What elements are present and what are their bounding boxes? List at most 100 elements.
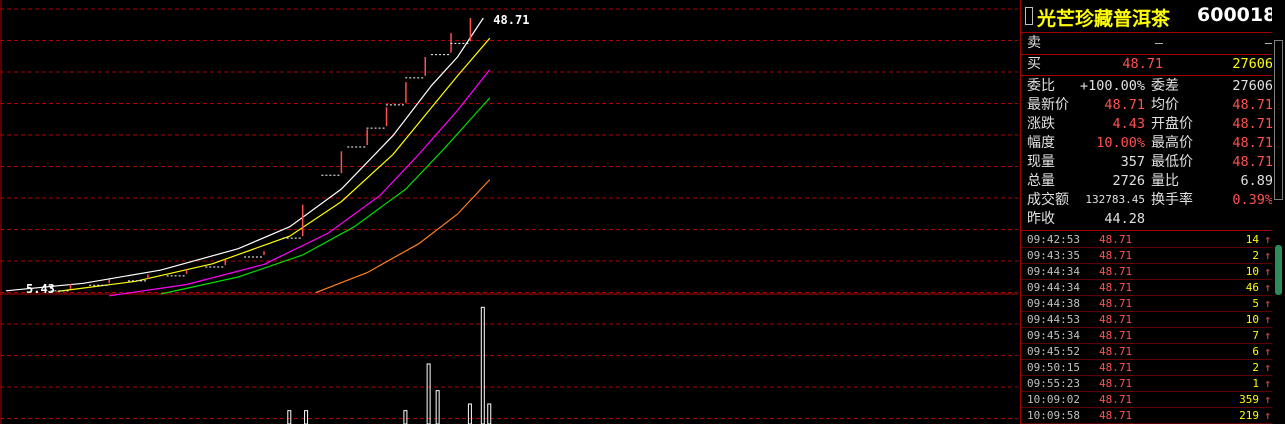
- tick-time: 09:55:23: [1027, 377, 1080, 390]
- quote-value: 27606: [1232, 78, 1273, 94]
- quote-row: 现量 357 最低价 48.71: [1021, 153, 1273, 171]
- moving-average-lines: [5, 17, 491, 297]
- tick-row: 09:45:34 48.71 7 ↑: [1021, 328, 1273, 344]
- volume-bar: [304, 410, 309, 424]
- up-arrow-icon: ↑: [1264, 409, 1271, 422]
- volume-bar: [426, 363, 431, 424]
- quote-row: 涨跌 4.43 开盘价 48.71: [1021, 115, 1273, 133]
- buy-volume: 27606: [1232, 56, 1273, 72]
- up-arrow-icon: ↑: [1264, 377, 1271, 390]
- price-label: 5.43: [26, 282, 55, 296]
- up-arrow-icon: ↑: [1264, 297, 1271, 310]
- price-label: 48.71: [493, 13, 529, 27]
- quote-label: 均价: [1151, 97, 1179, 113]
- ma-line: [57, 37, 491, 292]
- volume-bar: [467, 403, 472, 424]
- window-icon[interactable]: [1025, 7, 1033, 25]
- stock-code: 600018: [1197, 4, 1277, 26]
- quote-value: 48.71: [1232, 97, 1273, 113]
- tick-row: 09:50:15 48.71 2 ↑: [1021, 360, 1273, 376]
- quote-label: 最高价: [1151, 135, 1193, 151]
- tick-price: 48.71: [1099, 281, 1133, 294]
- tick-row: 09:44:34 48.71 46 ↑: [1021, 280, 1273, 296]
- up-arrow-icon: ↑: [1264, 233, 1271, 246]
- ma-line: [5, 17, 484, 292]
- tick-volume: 1: [1252, 377, 1259, 390]
- tick-time: 09:42:53: [1027, 233, 1080, 246]
- tick-time: 10:09:58: [1027, 409, 1080, 422]
- quote-label: 涨跌: [1027, 116, 1055, 132]
- up-arrow-icon: ↑: [1264, 281, 1271, 294]
- scroll-knob[interactable]: [1275, 245, 1282, 295]
- up-arrow-icon: ↑: [1264, 265, 1271, 278]
- tick-volume: 14: [1245, 233, 1259, 246]
- tick-volume: 2: [1252, 249, 1259, 262]
- quote-panel: 光芒珍藏普洱茶 600018 卖 — — 买 48.71 27606 委比 +10…: [1020, 0, 1285, 424]
- volume-bar: [480, 306, 485, 424]
- tick-row: 09:55:23 48.71 1 ↑: [1021, 376, 1273, 392]
- quote-value: 2726: [1112, 173, 1145, 189]
- quote-label: 成交额: [1027, 192, 1069, 208]
- quote-value: 0.39%: [1232, 192, 1273, 208]
- stock-title-bar: 光芒珍藏普洱茶 600018: [1021, 0, 1285, 33]
- tick-time: 09:45:52: [1027, 345, 1080, 358]
- quote-value: 357: [1120, 154, 1145, 170]
- quote-row: 幅度 10.00% 最高价 48.71: [1021, 134, 1273, 152]
- quote-value: +100.00%: [1079, 78, 1145, 94]
- quote-value: 4.43: [1112, 116, 1145, 132]
- buy-price: 48.71: [1122, 56, 1163, 72]
- quote-label: 现量: [1027, 154, 1055, 170]
- tick-price: 48.71: [1099, 361, 1133, 374]
- tick-time: 09:45:34: [1027, 329, 1080, 342]
- tick-price: 48.71: [1099, 377, 1133, 390]
- tick-price: 48.71: [1099, 265, 1133, 278]
- tick-time: 09:44:53: [1027, 313, 1080, 326]
- tick-price: 48.71: [1099, 409, 1133, 422]
- quote-label: 换手率: [1151, 192, 1193, 208]
- tick-time: 10:09:02: [1027, 393, 1080, 406]
- tick-volume: 359: [1239, 393, 1259, 406]
- quote-label: 昨收: [1027, 211, 1055, 227]
- tick-price: 48.71: [1099, 345, 1133, 358]
- tick-price: 48.71: [1099, 297, 1133, 310]
- price-labels: 5.43 48.71: [26, 13, 529, 296]
- tick-volume: 10: [1245, 313, 1259, 326]
- tick-row: 09:43:35 48.71 2 ↑: [1021, 248, 1273, 264]
- tick-row: 09:44:38 48.71 5 ↑: [1021, 296, 1273, 312]
- quote-value: 6.89: [1240, 173, 1273, 189]
- quote-label: 委比: [1027, 78, 1055, 94]
- volume-bar: [403, 410, 408, 424]
- tick-time: 09:44:34: [1027, 265, 1080, 278]
- buy-row: 买 48.71 27606: [1021, 55, 1273, 73]
- tick-row: 09:44:34 48.71 10 ↑: [1021, 264, 1273, 280]
- intraday-price-chart[interactable]: 5.43 48.71: [0, 0, 1020, 424]
- quote-row: 成交额 132783.45 换手率 0.39%: [1021, 191, 1273, 209]
- sell-label: 卖: [1027, 35, 1041, 51]
- quote-row: 总量 2726 量比 6.89: [1021, 172, 1273, 190]
- tick-volume: 46: [1245, 281, 1259, 294]
- ma-line: [109, 69, 491, 297]
- quote-value: 10.00%: [1096, 135, 1145, 151]
- tick-time: 09:44:34: [1027, 281, 1080, 294]
- tick-row: 10:09:02 48.71 359 ↑: [1021, 392, 1273, 408]
- tick-price: 48.71: [1099, 313, 1133, 326]
- up-arrow-icon: ↑: [1264, 345, 1271, 358]
- tick-row: 09:44:53 48.71 10 ↑: [1021, 312, 1273, 328]
- tick-price: 48.71: [1099, 249, 1133, 262]
- scrollbar[interactable]: [1272, 0, 1285, 424]
- tick-time: 09:44:38: [1027, 297, 1080, 310]
- tick-row: 09:42:53 48.71 14 ↑: [1021, 232, 1273, 248]
- scroll-thumb[interactable]: [1274, 40, 1283, 200]
- tick-time: 09:50:15: [1027, 361, 1080, 374]
- up-arrow-icon: ↑: [1264, 329, 1271, 342]
- quote-value: 132783.45: [1085, 193, 1145, 206]
- quote-value: 48.71: [1232, 135, 1273, 151]
- quote-label: 幅度: [1027, 135, 1055, 151]
- sell-row: 卖 — —: [1021, 34, 1273, 52]
- quote-label: 量比: [1151, 173, 1179, 189]
- tick-time: 09:43:35: [1027, 249, 1080, 262]
- buy-label: 买: [1027, 56, 1041, 72]
- tick-volume: 10: [1245, 265, 1259, 278]
- chart-grid: [0, 0, 1018, 424]
- quote-row: 昨收 44.28: [1021, 210, 1273, 228]
